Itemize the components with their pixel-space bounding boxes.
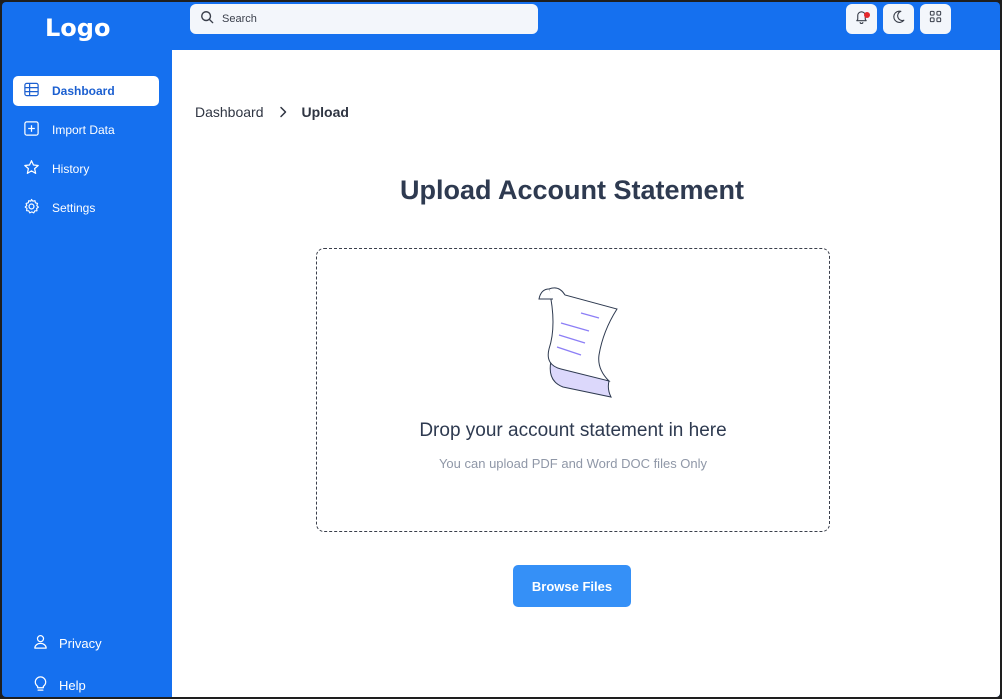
sidebar-item-label: History — [52, 162, 90, 176]
sidebar-item-settings[interactable]: Settings — [13, 193, 159, 223]
gear-icon — [23, 198, 52, 218]
logo: Logo — [45, 14, 111, 42]
chevron-right-icon — [278, 106, 288, 118]
file-dropzone[interactable]: Drop your account statement in here You … — [316, 248, 830, 532]
table-icon — [23, 81, 52, 101]
breadcrumb-dashboard-link[interactable]: Dashboard — [195, 104, 264, 120]
sidebar-item-label: Settings — [52, 201, 96, 215]
browse-files-button[interactable]: Browse Files — [513, 565, 631, 607]
apps-button[interactable] — [920, 4, 951, 34]
privacy-label: Privacy — [59, 635, 102, 651]
sidebar-item-import-data[interactable]: Import Data — [13, 115, 159, 145]
dropzone-subtitle: You can upload PDF and Word DOC files On… — [438, 456, 708, 471]
privacy-link[interactable]: Privacy — [32, 633, 102, 653]
dropzone-title: Drop your account statement in here — [419, 420, 727, 441]
breadcrumb: Dashboard Upload — [195, 104, 349, 120]
sidebar: Dashboard Import Data History Settings P… — [2, 50, 172, 697]
star-icon — [23, 159, 52, 179]
page-title: Upload Account Statement — [399, 175, 745, 205]
lightbulb-icon — [32, 675, 59, 695]
moon-icon — [891, 9, 906, 29]
notification-dot — [864, 12, 870, 18]
help-label: Help — [59, 677, 86, 693]
notifications-button[interactable] — [846, 4, 877, 34]
search-input[interactable]: Search — [190, 4, 538, 34]
sidebar-item-history[interactable]: History — [13, 154, 159, 184]
sidebar-item-label: Import Data — [52, 123, 115, 137]
search-placeholder: Search — [222, 13, 257, 25]
sidebar-item-label: Dashboard — [52, 84, 115, 98]
breadcrumb-current: Upload — [301, 104, 349, 120]
main-content: Dashboard Upload Upload Account Statemen… — [172, 50, 1000, 697]
user-icon — [32, 633, 59, 653]
app-window: Logo Search Dashboard Import Data Histor… — [2, 2, 1000, 697]
plus-square-icon — [23, 120, 52, 140]
grid-icon — [928, 9, 943, 29]
help-link[interactable]: Help — [32, 675, 86, 695]
document-icon — [523, 285, 623, 406]
sidebar-item-dashboard[interactable]: Dashboard — [13, 76, 159, 106]
theme-toggle-button[interactable] — [883, 4, 914, 34]
search-icon — [200, 10, 214, 29]
